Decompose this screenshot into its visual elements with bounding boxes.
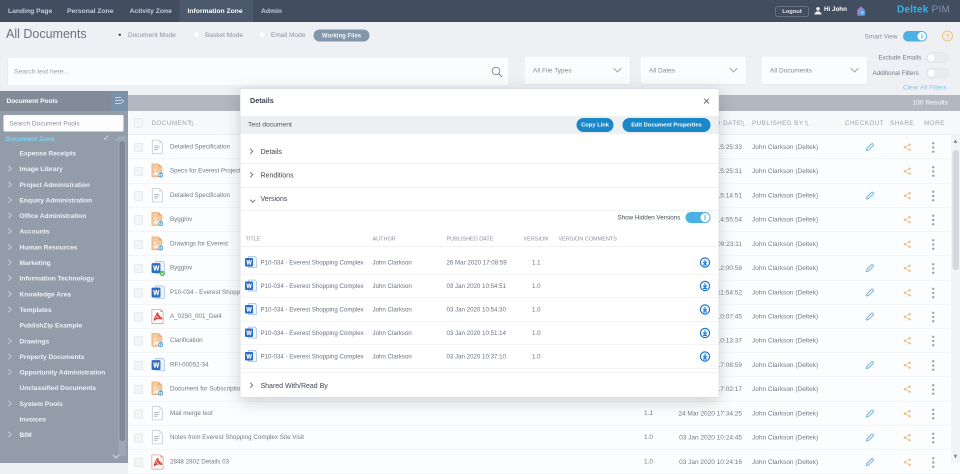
svg-text:?: ? <box>861 11 864 16</box>
